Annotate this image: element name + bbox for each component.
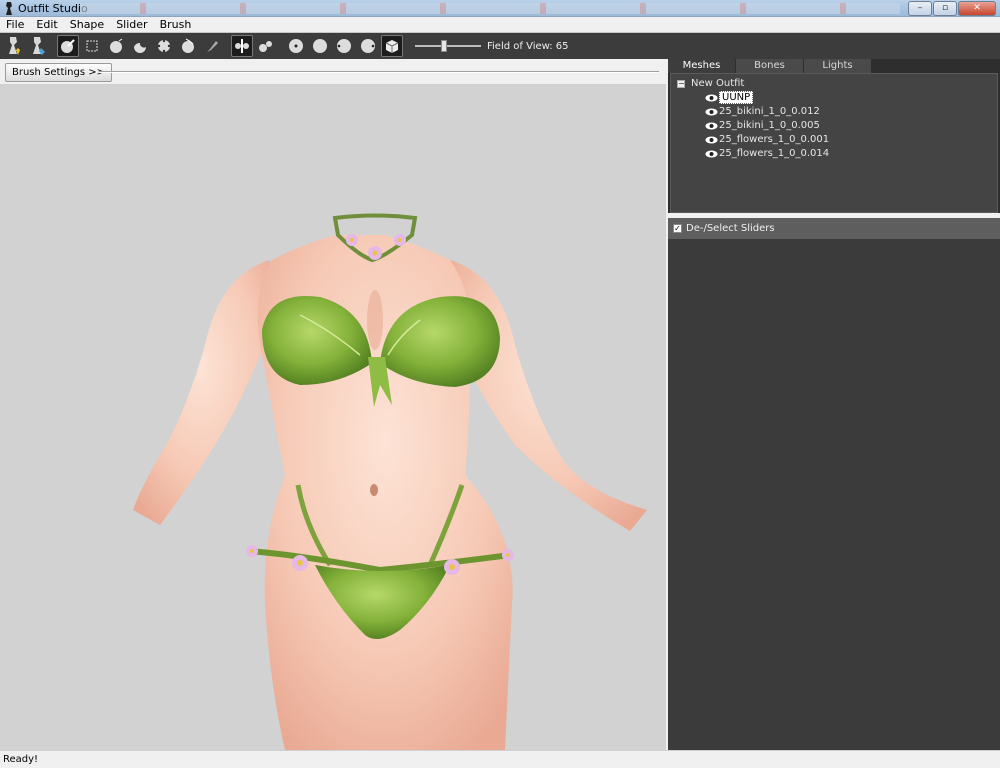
tree-root-label: New Outfit: [691, 78, 745, 89]
connected-only-icon: [259, 41, 272, 52]
status-bar: Ready!: [0, 750, 1000, 768]
tree-item-label: 25_flowers_1_0_0.001: [719, 134, 830, 145]
maximize-button[interactable]: ▫: [933, 1, 957, 16]
select-brush-button[interactable]: [57, 35, 79, 57]
back-view-button[interactable]: [309, 35, 331, 57]
select-brush-icon: [61, 39, 75, 53]
eye-icon[interactable]: [705, 136, 718, 144]
right-view-icon: [361, 39, 375, 53]
toolbar: Field of View: 65: [0, 33, 1000, 59]
smooth-brush-button[interactable]: [177, 35, 199, 57]
tab-lights[interactable]: Lights: [804, 59, 871, 73]
deflate-brush-button[interactable]: [129, 35, 151, 57]
right-arm: [450, 260, 647, 531]
inflate-brush-button[interactable]: [105, 35, 127, 57]
front-view-button[interactable]: [285, 35, 307, 57]
load-outfit-button[interactable]: [3, 35, 25, 57]
tree-root[interactable]: − New Outfit: [677, 78, 744, 89]
right-panel: Meshes Bones Lights − New Outfit UUNP 25…: [668, 59, 1000, 750]
tree-item-label: 25_bikini_1_0_0.005: [719, 120, 820, 131]
tab-meshes[interactable]: Meshes: [668, 59, 735, 73]
close-button[interactable]: ✕: [958, 1, 996, 16]
status-text: Ready!: [3, 754, 39, 765]
perspective-button[interactable]: [381, 35, 403, 57]
deflate-brush-icon: [134, 42, 146, 53]
back-view-icon: [313, 39, 327, 53]
perspective-icon: [385, 40, 399, 53]
sliders-header: ✓ De-/Select Sliders: [668, 218, 1000, 239]
sliders-header-label: De-/Select Sliders: [686, 223, 775, 234]
select-all-sliders-checkbox[interactable]: ✓: [673, 224, 682, 233]
smooth-brush-icon: [182, 38, 194, 53]
tree-item[interactable]: 25_bikini_1_0_0.005: [705, 119, 820, 132]
mirror-x-button[interactable]: [231, 35, 253, 57]
tree-item-label: 25_bikini_1_0_0.012: [719, 106, 820, 117]
mesh-tree: − New Outfit UUNP 25_bikini_1_0_0.012 25…: [670, 73, 998, 213]
left-arm: [133, 260, 270, 525]
panel-tabs: Meshes Bones Lights: [668, 59, 1000, 73]
sliders-list[interactable]: [668, 239, 1000, 750]
tree-item[interactable]: 25_flowers_1_0_0.014: [705, 147, 829, 160]
eye-icon[interactable]: [705, 150, 718, 158]
collapse-icon[interactable]: −: [677, 79, 685, 88]
move-brush-button[interactable]: [153, 35, 175, 57]
eye-icon[interactable]: [705, 122, 718, 130]
eye-icon[interactable]: [705, 94, 718, 102]
blurred-background-tabs: [80, 3, 900, 14]
field-of-view-slider[interactable]: [415, 36, 481, 56]
slider-track: [415, 45, 481, 47]
slider-thumb[interactable]: [441, 40, 447, 52]
tab-bones[interactable]: Bones: [736, 59, 803, 73]
menu-bar: File Edit Shape Slider Brush: [0, 17, 1000, 33]
eye-icon[interactable]: [705, 108, 718, 116]
mirror-x-icon: [235, 39, 249, 53]
load-outfit-icon: [9, 37, 20, 55]
menu-edit[interactable]: Edit: [30, 18, 63, 31]
3d-model-render[interactable]: [0, 85, 666, 750]
tree-item[interactable]: 25_flowers_1_0_0.001: [705, 133, 829, 146]
weight-brush-icon: [207, 41, 218, 52]
inflate-brush-icon: [110, 38, 123, 53]
weight-brush-button[interactable]: [201, 35, 223, 57]
save-outfit-icon: [33, 37, 45, 55]
left-view-icon: [337, 39, 351, 53]
right-view-button[interactable]: [357, 35, 379, 57]
menu-brush[interactable]: Brush: [154, 18, 198, 31]
tree-item[interactable]: UUNP: [705, 91, 754, 104]
title-bar: Outfit Studio – ▫ ✕: [0, 0, 1000, 17]
move-brush-icon: [157, 39, 171, 53]
menu-slider[interactable]: Slider: [110, 18, 153, 31]
app-icon: [6, 2, 12, 15]
3d-viewport[interactable]: [0, 85, 666, 750]
mask-brush-icon: [86, 40, 98, 52]
left-view-button[interactable]: [333, 35, 355, 57]
navel: [370, 484, 378, 496]
window-title: Outfit Studio: [18, 2, 88, 15]
save-outfit-button[interactable]: [27, 35, 49, 57]
mask-brush-button[interactable]: [81, 35, 103, 57]
brush-settings-button[interactable]: Brush Settings >>: [5, 63, 112, 82]
connected-only-button[interactable]: [255, 35, 277, 57]
separator-line: [99, 71, 659, 73]
front-view-icon: [289, 39, 303, 53]
tree-item[interactable]: 25_bikini_1_0_0.012: [705, 105, 820, 118]
menu-shape[interactable]: Shape: [64, 18, 110, 31]
tree-item-label: UUNP: [719, 91, 754, 104]
field-of-view-label: Field of View: 65: [487, 40, 569, 52]
minimize-button[interactable]: –: [908, 1, 932, 16]
tree-item-label: 25_flowers_1_0_0.014: [719, 148, 830, 159]
menu-file[interactable]: File: [0, 18, 30, 31]
brush-settings-bar: Brush Settings >>: [0, 59, 666, 85]
